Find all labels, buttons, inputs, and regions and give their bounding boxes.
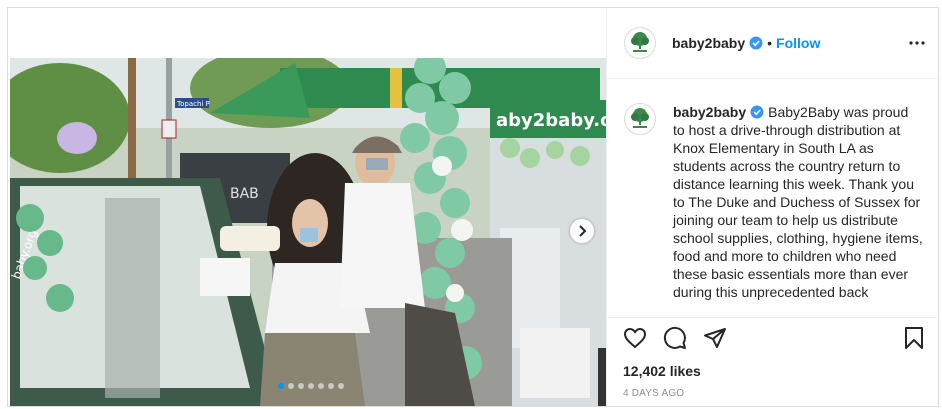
username-link[interactable]: baby2baby [672,35,745,51]
post-card: Topachi P aby2baby.org BAB [7,7,939,407]
heart-icon[interactable] [623,326,647,350]
carousel-dot [308,383,314,389]
carousel-indicator [278,383,344,389]
avatar[interactable] [624,103,656,135]
post-timestamp[interactable]: 4 DAYS AGO [623,388,684,399]
post-photo[interactable]: Topachi P aby2baby.org BAB [10,58,606,406]
carousel-dot [328,383,334,389]
carousel-dot [288,383,294,389]
carousel-dot [318,383,324,389]
action-icons [623,326,727,350]
baby2baby-logo-icon [631,32,649,52]
caption-area: baby2baby Baby2Baby was proud to host a d… [607,79,939,317]
caption-username[interactable]: baby2baby [673,104,746,120]
carousel-next-button[interactable] [570,219,594,243]
caption-body: Baby2Baby was proud to host a drive-thro… [673,104,923,300]
carousel-dot [298,383,304,389]
bookmark-icon[interactable] [903,326,925,350]
like-count[interactable]: 12,402 likes [623,363,701,379]
comment-icon[interactable] [663,326,687,350]
post-header: baby2baby • Follow [607,8,939,79]
caption-text: baby2baby Baby2Baby was proud to host a d… [673,103,923,301]
post-sidebar: baby2baby • Follow baby2baby Baby2Baby w… [606,8,939,406]
carousel-dot [278,383,284,389]
post-media[interactable]: Topachi P aby2baby.org BAB [8,8,606,406]
follow-button[interactable]: Follow [776,35,820,51]
carousel-dot [338,383,344,389]
banner-text: aby2baby.org [496,110,606,131]
photo-illustration: Topachi P aby2baby.org BAB [10,58,606,406]
share-icon[interactable] [703,326,727,350]
verified-badge-icon [750,105,764,119]
avatar[interactable] [624,27,656,59]
wall-text: BAB [230,186,259,202]
chevron-right-icon [579,225,587,237]
post-actions: 12,402 likes 4 DAYS AGO [607,317,939,407]
baby2baby-logo-icon [631,108,649,128]
more-options-icon[interactable] [909,41,925,45]
street-sign-text: Topachi P [176,100,210,108]
verified-badge-icon [749,36,763,50]
separator-dot: • [767,35,773,51]
